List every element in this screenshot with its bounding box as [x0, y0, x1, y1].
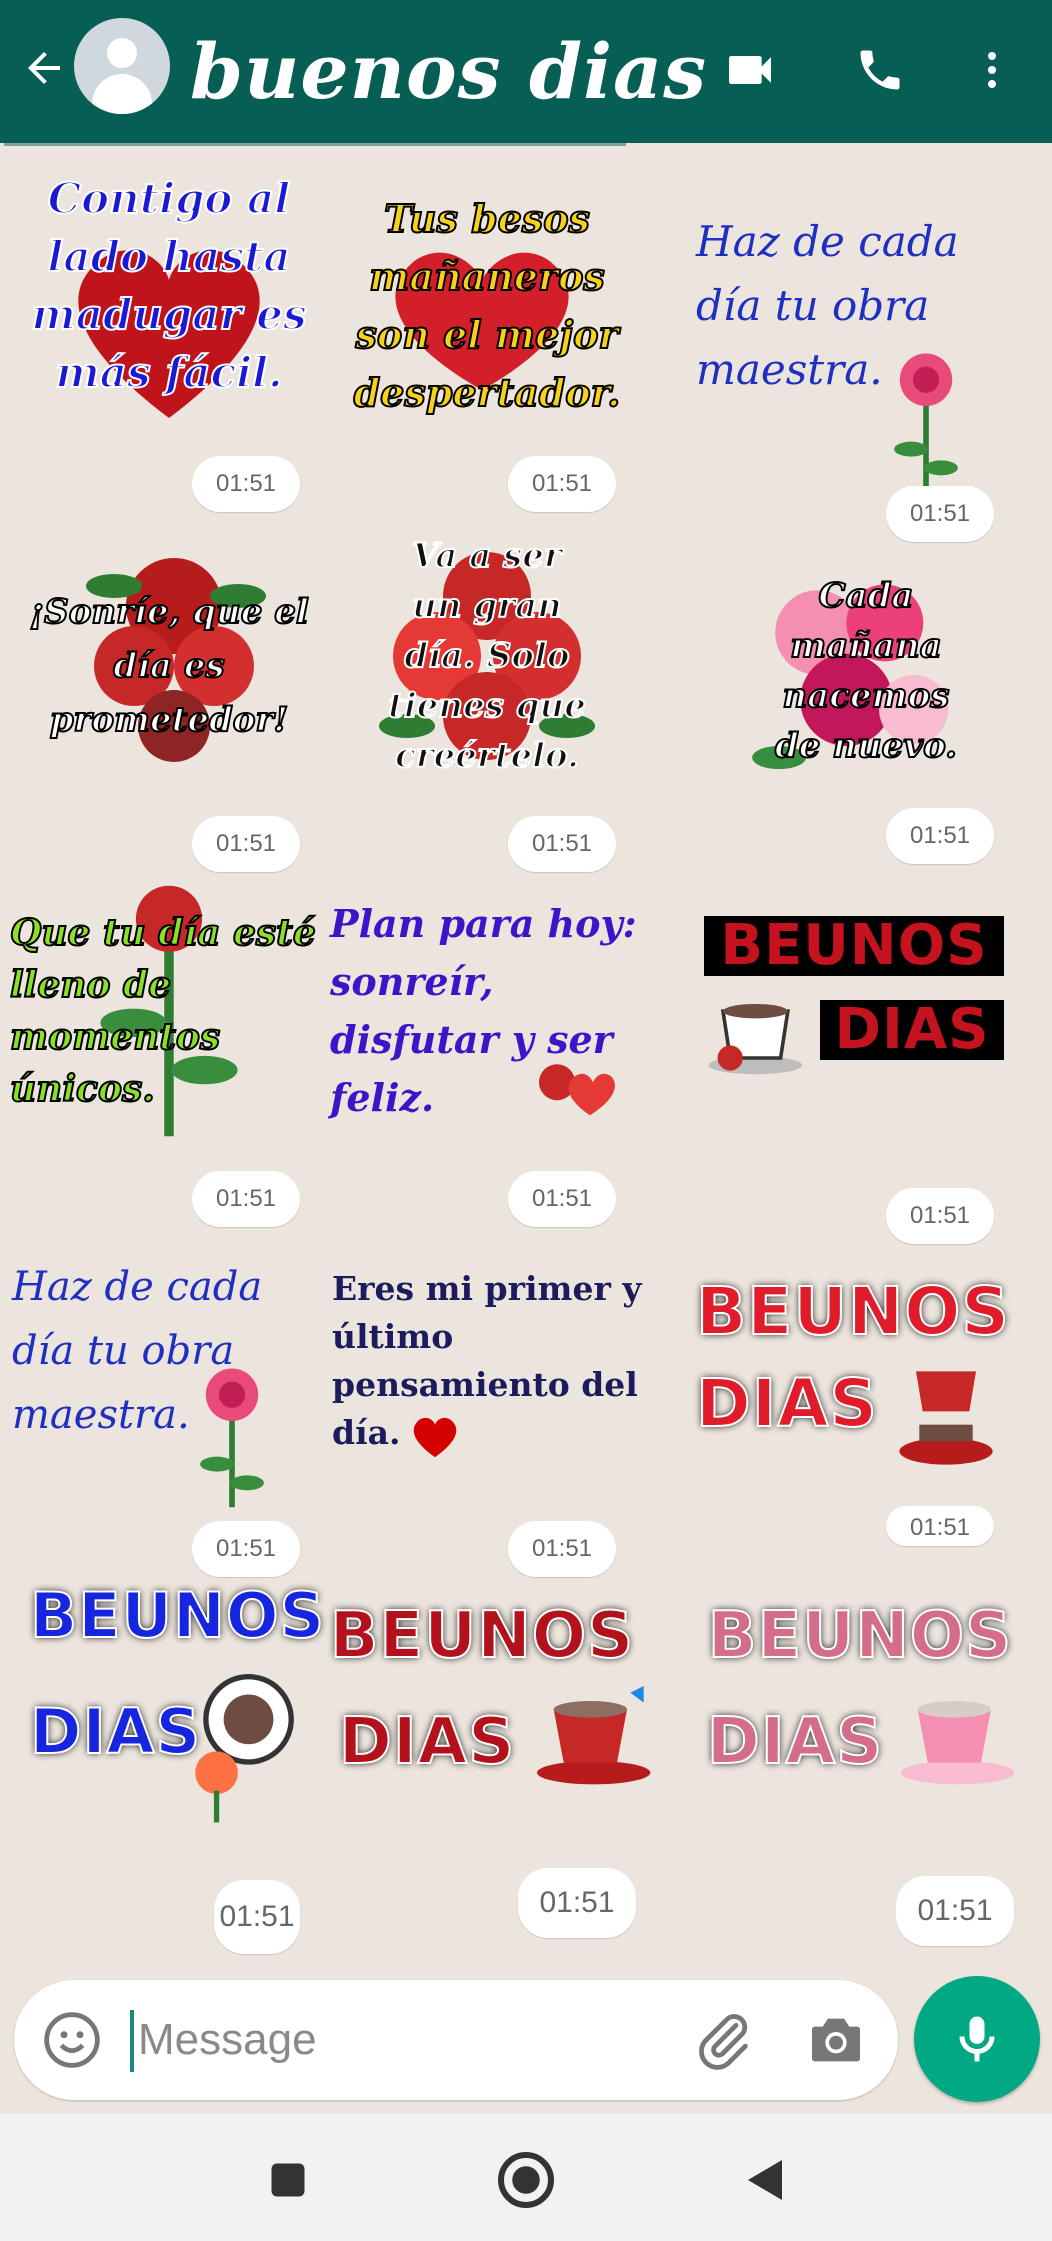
sticker-text: Que tu día esté lleno de momentos únicos…	[9, 911, 317, 1111]
sticker-message[interactable]: Que tu día esté lleno de momentos únicos…	[4, 881, 334, 1227]
attach-button[interactable]	[692, 2008, 756, 2072]
back-nav-button[interactable]	[726, 2142, 802, 2218]
sticker-text-line2: DIAS	[29, 1694, 202, 1769]
sticker-text: Haz de cada día tu obra maestra.	[12, 1264, 263, 1438]
message-time: 01:51	[192, 1521, 300, 1577]
recents-square-icon	[271, 2163, 305, 2197]
camera-button[interactable]	[804, 2008, 868, 2072]
sticker-text-line1: BEUNOS	[329, 1598, 635, 1674]
sticker-text-line1: BEUNOS	[707, 1598, 1013, 1674]
sticker-text-line2: DIAS	[695, 1364, 878, 1443]
sticker-message[interactable]: Contigo al lado hasta madugar es más fác…	[4, 166, 334, 512]
sticker-message[interactable]: BEUNOS DIAS 01:51	[322, 1576, 652, 1966]
back-triangle-icon	[748, 2160, 782, 2200]
chat-title[interactable]: buenos dias	[190, 12, 707, 132]
back-arrow-icon	[28, 52, 60, 84]
back-button[interactable]	[14, 38, 74, 98]
sticker-text: Cada mañana nacemos de nuevo.	[774, 575, 958, 767]
sticker-text: Va a ser un gran día. Solo tienes que cr…	[387, 535, 587, 777]
sticker-message[interactable]: Haz de cada día tu obra maestra. 01:51	[4, 1231, 334, 1577]
message-time: 01:51	[508, 1521, 616, 1577]
camera-icon	[812, 2018, 860, 2062]
emoji-button[interactable]	[40, 2008, 104, 2072]
home-button[interactable]	[488, 2142, 564, 2218]
rose-icon	[200, 1368, 264, 1508]
voice-call-button[interactable]	[848, 38, 912, 102]
sticker-message[interactable]: Haz de cada día tu obra maestra. 01:51	[686, 166, 1016, 542]
message-time: 01:51	[896, 1876, 1014, 1946]
video-call-icon	[729, 56, 771, 84]
mic-icon	[959, 2016, 995, 2062]
sticker-message[interactable]: Eres mi primer y último pensamiento del …	[322, 1231, 652, 1577]
heart-icon	[413, 1417, 457, 1458]
sticker-text: Eres mi primer y último pensamiento del …	[332, 1269, 642, 1452]
attach-icon	[699, 2014, 748, 2070]
message-time: 01:51	[192, 816, 300, 872]
emoji-icon	[44, 2012, 100, 2068]
sticker-text-line2: DIAS	[820, 1000, 1004, 1060]
sticker-message[interactable]: BEUNOS DIAS 01:51	[700, 1576, 1030, 1966]
sticker-text-line1: BEUNOS	[695, 1272, 1010, 1351]
more-options-button[interactable]	[960, 38, 1024, 102]
message-time: 01:51	[518, 1868, 636, 1938]
message-time: 01:51	[886, 808, 994, 864]
system-navigation-bar	[0, 2114, 1052, 2241]
message-time: 01:51	[508, 456, 616, 512]
message-time: 01:51	[886, 1188, 994, 1244]
coffee-cup-icon	[537, 1686, 651, 1785]
voice-message-button[interactable]	[914, 1976, 1040, 2102]
avatar-body	[92, 74, 152, 114]
message-input[interactable]	[138, 2002, 678, 2078]
coffee-cup-icon	[901, 1701, 1015, 1785]
message-time: 01:51	[886, 486, 994, 542]
video-call-button[interactable]	[718, 38, 782, 102]
sticker-message[interactable]: BEUNOS DIAS 01:51	[686, 1266, 1016, 1606]
heart-roses-icon	[539, 1064, 615, 1116]
message-time: 01:51	[886, 1506, 994, 1546]
message-time: 01:51	[192, 1171, 300, 1227]
sticker-text: Contigo al lado hasta madugar es más fác…	[30, 173, 307, 398]
sticker-message[interactable]: Plan para hoy: sonreír, disfutar y ser f…	[322, 881, 652, 1227]
more-vert-icon	[988, 52, 996, 88]
recents-button[interactable]	[250, 2142, 326, 2218]
text-caret	[130, 2010, 134, 2072]
sticker-text-line1: BEUNOS	[29, 1578, 326, 1653]
chat-area[interactable]: Contigo al lado hasta madugar es más fác…	[0, 146, 1052, 1976]
sticker-text: ¡Sonríe, que el día es prometedor!	[28, 591, 310, 741]
sticker-message[interactable]: Cada mañana nacemos de nuevo. 01:51	[686, 546, 1016, 886]
sticker-message[interactable]: BEUNOS DIAS 01:51	[29, 1576, 360, 1966]
coffee-rose-icon	[195, 1674, 294, 1823]
message-time: 01:51	[508, 816, 616, 872]
home-circle-icon	[498, 2152, 554, 2208]
chat-header: buenos dias	[0, 0, 1052, 143]
sticker-text-line2: DIAS	[706, 1704, 884, 1780]
avatar-icon	[107, 38, 137, 68]
message-time: 01:51	[508, 1171, 616, 1227]
avatar[interactable]	[74, 18, 170, 114]
sticker-message[interactable]: Tus besos mañaneros son el mejor despert…	[322, 166, 652, 512]
sticker-message[interactable]: Va a ser un gran día. Solo tienes que cr…	[322, 526, 652, 872]
sticker-text-line2: DIAS	[338, 1704, 516, 1780]
sticker-message[interactable]: ¡Sonríe, que el día es prometedor! 01:51	[4, 526, 334, 872]
rose-icon	[894, 353, 958, 493]
sticker-text-line1: BEUNOS	[704, 916, 1004, 976]
coffee-cup-icon	[899, 1371, 993, 1465]
sticker-message[interactable]: BEUNOS DIAS 01:51	[686, 916, 1016, 1256]
sticker-text: Haz de cada día tu obra maestra.	[696, 217, 959, 394]
coffee-cup-icon	[708, 1004, 803, 1075]
message-composer	[14, 1980, 898, 2100]
phone-icon	[860, 50, 900, 90]
sticker-text: Tus besos mañaneros son el mejor despert…	[353, 195, 622, 416]
message-time: 01:51	[214, 1880, 300, 1954]
message-time: 01:51	[192, 456, 300, 512]
